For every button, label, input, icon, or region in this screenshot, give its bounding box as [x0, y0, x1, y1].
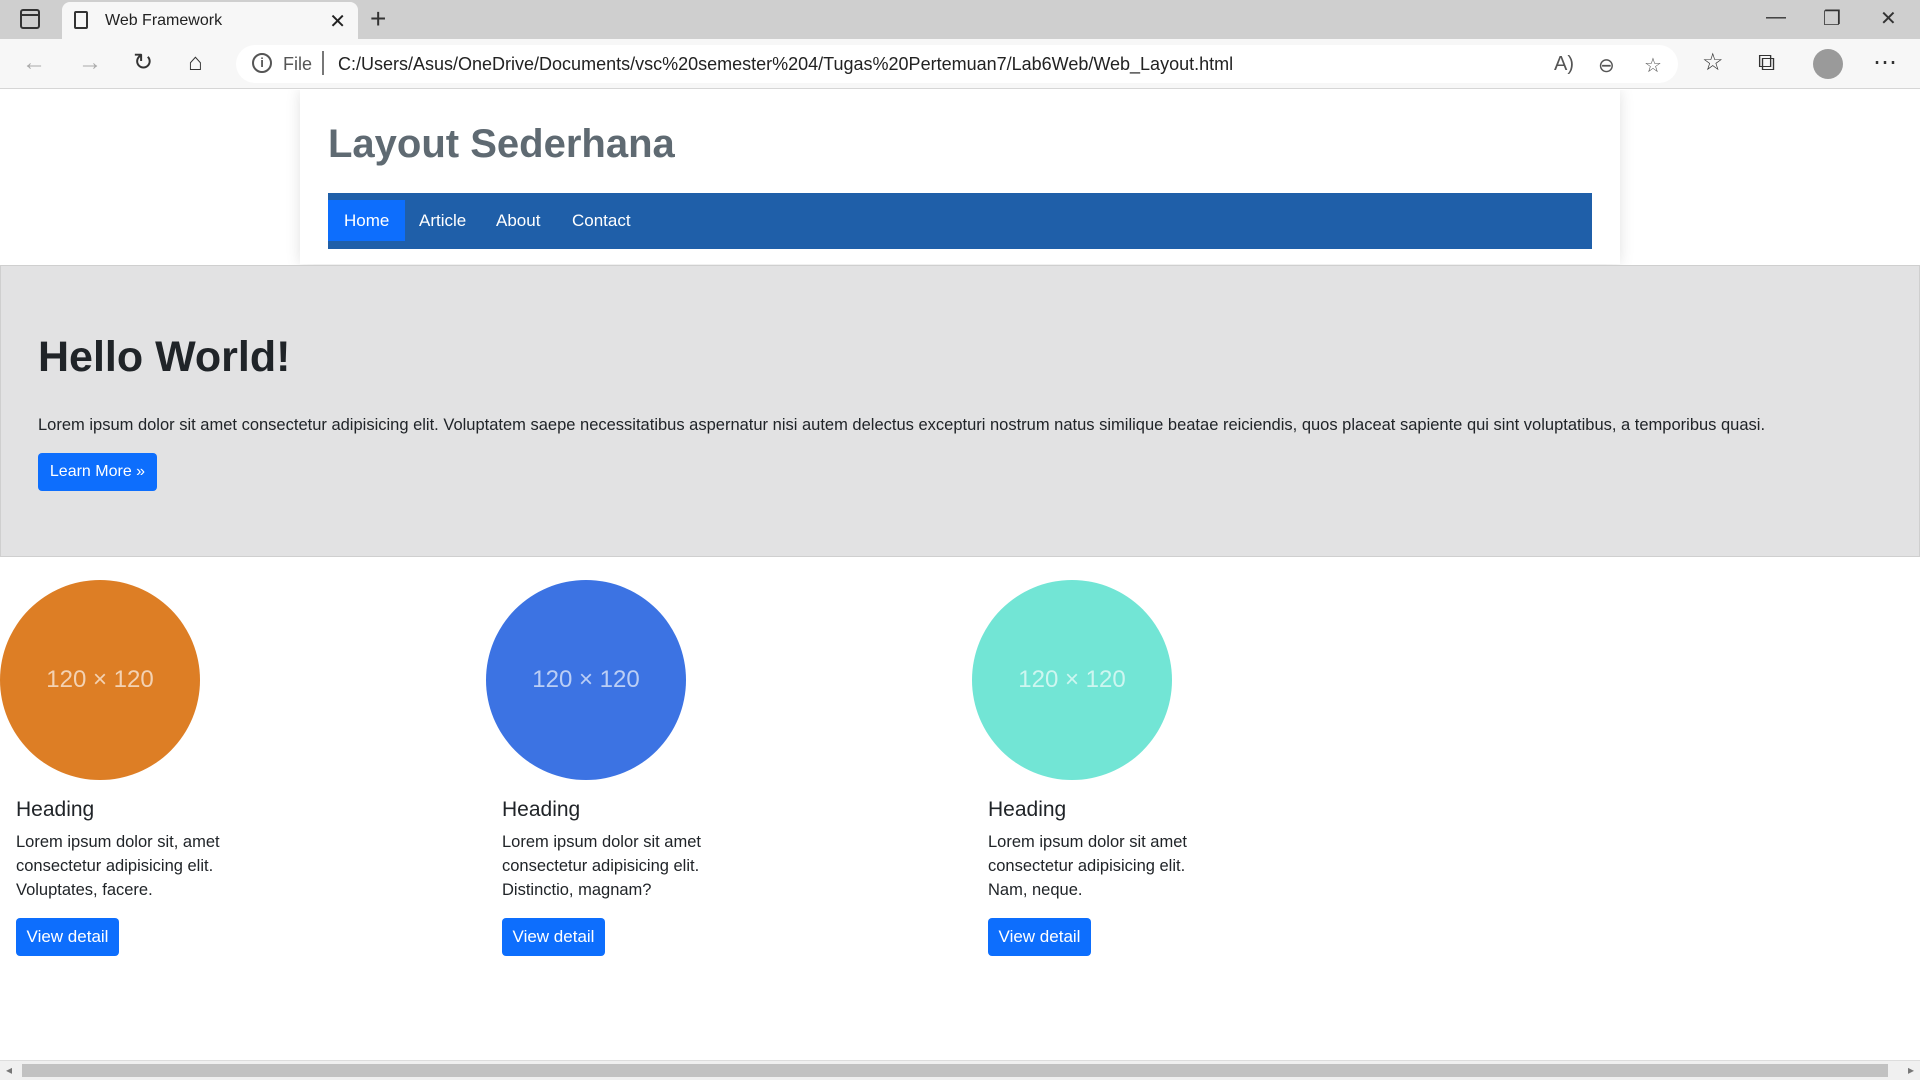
nav-contact[interactable]: Contact	[556, 200, 647, 241]
hero-text: Lorem ipsum dolor sit amet consectetur a…	[38, 416, 1766, 434]
read-aloud-icon[interactable]: A)	[1554, 53, 1574, 76]
url-text[interactable]: C:/Users/Asus/OneDrive/Documents/vsc%20s…	[338, 54, 1233, 75]
address-separator	[322, 51, 324, 75]
refresh-icon[interactable]: ↻	[133, 49, 153, 77]
feature-card: 120 × 120 Heading Lorem ipsum dolor sit,…	[0, 580, 486, 980]
card-heading: Heading	[988, 798, 1067, 821]
page-viewport: Layout Sederhana Home Article About Cont…	[0, 90, 1920, 1060]
learn-more-button[interactable]: Learn More »	[38, 453, 157, 491]
tab-title: Web Framework	[105, 12, 223, 29]
feature-card: 120 × 120 Heading Lorem ipsum dolor sit …	[972, 580, 1458, 980]
placeholder-image: 120 × 120	[486, 580, 686, 780]
scroll-left-icon[interactable]: ◂	[6, 1063, 12, 1077]
view-detail-button[interactable]: View detail	[988, 918, 1091, 956]
favorites-icon[interactable]: ☆	[1702, 49, 1724, 77]
view-detail-button[interactable]: View detail	[502, 918, 605, 956]
new-tab-button[interactable]: +	[370, 3, 386, 35]
card-text: Lorem ipsum dolor sit amet consectetur a…	[988, 833, 1187, 899]
card-heading: Heading	[502, 798, 581, 821]
nav-home[interactable]: Home	[328, 200, 406, 241]
add-favorite-icon[interactable]: ☆	[1644, 53, 1662, 78]
horizontal-scrollbar[interactable]: ◂ ▸	[0, 1060, 1920, 1080]
main-navbar: Home Article About Contact	[328, 193, 1592, 249]
profile-icon[interactable]	[1813, 49, 1843, 79]
tab-actions-icon[interactable]	[20, 9, 40, 29]
hero-title: Hello World!	[38, 333, 291, 381]
close-window-button[interactable]: ✕	[1880, 6, 1897, 31]
site-title: Layout Sederhana	[328, 122, 675, 166]
minimize-button[interactable]: —	[1766, 6, 1786, 29]
nav-about[interactable]: About	[480, 200, 556, 241]
info-icon[interactable]: i	[252, 53, 272, 73]
browser-tab[interactable]: Web Framework ✕	[62, 2, 358, 39]
page-icon	[74, 11, 88, 29]
scroll-right-icon[interactable]: ▸	[1908, 1063, 1914, 1077]
view-detail-button[interactable]: View detail	[16, 918, 119, 956]
placeholder-image: 120 × 120	[972, 580, 1172, 780]
more-icon[interactable]: ⋯	[1873, 49, 1897, 77]
restore-button[interactable]: ❐	[1823, 6, 1841, 31]
zoom-out-icon[interactable]: ⊖	[1598, 53, 1615, 78]
hero-section: Hello World! Lorem ipsum dolor sit amet …	[0, 265, 1920, 557]
card-text: Lorem ipsum dolor sit, amet consectetur …	[16, 833, 220, 899]
feature-card: 120 × 120 Heading Lorem ipsum dolor sit …	[486, 580, 972, 980]
placeholder-image: 120 × 120	[0, 580, 200, 780]
tab-close-icon[interactable]: ✕	[329, 9, 346, 34]
back-icon[interactable]: ←	[22, 49, 46, 77]
browser-toolbar: ← → ↻ ⌂ i File C:/Users/Asus/OneDrive/Do…	[0, 39, 1920, 89]
nav-article[interactable]: Article	[403, 200, 482, 241]
collections-icon[interactable]: ⧉	[1758, 49, 1775, 77]
card-text: Lorem ipsum dolor sit amet consectetur a…	[502, 833, 701, 899]
forward-icon[interactable]: →	[78, 49, 102, 77]
scrollbar-thumb[interactable]	[22, 1064, 1888, 1077]
address-bar[interactable]: i File C:/Users/Asus/OneDrive/Documents/…	[236, 45, 1678, 83]
site-header: Layout Sederhana Home Article About Cont…	[300, 90, 1620, 264]
card-heading: Heading	[16, 798, 95, 821]
home-icon[interactable]: ⌂	[188, 49, 203, 77]
scheme-label: File	[283, 54, 313, 74]
tab-strip: Web Framework ✕ + — ❐ ✕	[0, 0, 1920, 39]
